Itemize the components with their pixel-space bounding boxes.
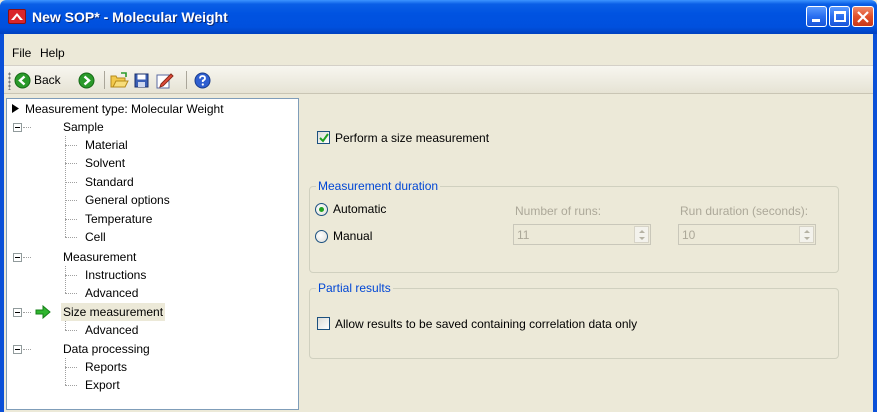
collapse-icon[interactable] — [13, 345, 22, 354]
run-duration-label: Run duration (seconds): — [680, 204, 809, 218]
tree-item-export[interactable]: Export — [85, 376, 120, 394]
save-button[interactable] — [134, 70, 152, 90]
tree-line — [65, 266, 66, 293]
help-icon — [194, 72, 211, 88]
save-icon — [134, 73, 149, 87]
maximize-icon — [834, 11, 846, 22]
tree-item-instructions[interactable]: Instructions — [85, 266, 146, 284]
tree-item-sample[interactable]: Sample — [63, 118, 104, 136]
forward-icon — [78, 72, 95, 88]
tree-item-general-options[interactable]: General options — [85, 191, 170, 209]
perform-size-checkbox[interactable] — [317, 131, 330, 144]
open-folder-icon — [110, 71, 129, 87]
tree-line — [65, 385, 77, 386]
tree-line — [65, 330, 77, 331]
tree-line — [23, 257, 31, 258]
menu-bar: File Help — [4, 34, 873, 66]
tree-item-solvent[interactable]: Solvent — [85, 154, 125, 172]
tree-item-root[interactable]: Measurement type: Molecular Weight — [25, 100, 224, 118]
tree-line — [65, 182, 77, 183]
tree-item-material[interactable]: Material — [85, 136, 128, 154]
tree-line — [65, 321, 66, 330]
toolbar-separator — [104, 71, 105, 89]
tree-item-measurement[interactable]: Measurement — [63, 248, 136, 266]
back-label: Back — [34, 73, 61, 87]
tree-item-size-measurement[interactable]: Size measurement — [61, 303, 166, 321]
tree-item-temperature[interactable]: Temperature — [85, 210, 152, 228]
spin-down-icon — [804, 237, 810, 240]
perform-size-label: Perform a size measurement — [335, 131, 490, 145]
tree-line — [23, 349, 31, 350]
spin-up-icon — [804, 230, 810, 233]
tree-line — [65, 163, 77, 164]
spinner-buttons[interactable] — [799, 226, 814, 243]
tree-line — [65, 200, 77, 201]
tree-item-size-advanced[interactable]: Advanced — [85, 321, 138, 339]
green-arrow-icon — [35, 305, 51, 319]
tree-line — [23, 312, 31, 313]
app-icon — [8, 9, 26, 24]
menu-help[interactable]: Help — [40, 46, 65, 60]
partial-results-title: Partial results — [316, 281, 393, 295]
allow-correlation-label: Allow results to be saved containing cor… — [335, 317, 638, 331]
tree-item-reports[interactable]: Reports — [85, 358, 127, 376]
radio-selected-dot — [319, 207, 324, 212]
tree-item-standard[interactable]: Standard — [85, 173, 134, 191]
collapse-icon[interactable] — [13, 253, 22, 262]
measurement-duration-title: Measurement duration — [316, 179, 441, 193]
play-arrow-icon — [12, 104, 19, 113]
manual-radio[interactable] — [315, 230, 328, 243]
tree-line — [65, 367, 77, 368]
toolbar: Back — [4, 66, 873, 94]
spinner-buttons[interactable] — [634, 226, 649, 243]
tree-line — [65, 145, 77, 146]
tree-line — [65, 358, 66, 385]
tree-line — [65, 136, 66, 237]
close-button[interactable] — [852, 6, 874, 27]
window-title: New SOP* - Molecular Weight — [32, 9, 228, 25]
tree-line — [65, 293, 77, 294]
manual-label: Manual — [333, 229, 373, 243]
tree-line — [65, 237, 77, 238]
run-duration-spinner[interactable]: 10 — [678, 224, 816, 245]
tree-item-data-processing[interactable]: Data processing — [63, 340, 150, 358]
tree-line — [65, 219, 77, 220]
tree-line — [65, 275, 77, 276]
spin-up-icon — [639, 230, 645, 233]
menu-file[interactable]: File — [12, 46, 31, 60]
allow-correlation-checkbox[interactable] — [317, 317, 330, 330]
collapse-icon[interactable] — [13, 123, 22, 132]
window-frame-right — [873, 34, 877, 412]
spin-down-icon — [639, 237, 645, 240]
forward-button[interactable] — [78, 70, 98, 90]
automatic-radio[interactable] — [315, 203, 328, 216]
tree-panel[interactable]: Measurement type: Molecular Weight Sampl… — [6, 98, 299, 410]
back-icon — [14, 72, 31, 88]
run-duration-value: 10 — [682, 228, 696, 242]
checkmark-icon — [319, 133, 329, 143]
close-icon — [857, 11, 869, 23]
runs-label: Number of runs: — [515, 204, 602, 218]
maximize-button[interactable] — [829, 6, 850, 27]
open-button[interactable] — [110, 70, 130, 90]
toolbar-separator — [186, 71, 187, 89]
number-of-runs-value: 11 — [517, 228, 530, 242]
minimize-button[interactable] — [806, 6, 827, 27]
number-of-runs-spinner[interactable]: 11 — [513, 224, 651, 245]
edit-button[interactable] — [156, 70, 176, 90]
automatic-label: Automatic — [333, 202, 387, 216]
tree-item-advanced[interactable]: Advanced — [85, 284, 138, 302]
settings-panel: Perform a size measurement Measurement d… — [303, 98, 873, 412]
back-button[interactable]: Back — [14, 70, 70, 90]
toolbar-grip[interactable] — [8, 72, 11, 90]
help-button[interactable] — [194, 70, 214, 90]
title-bar[interactable]: New SOP* - Molecular Weight — [0, 0, 877, 34]
tree-item-cell[interactable]: Cell — [85, 228, 106, 246]
edit-icon — [156, 72, 174, 88]
tree-line — [23, 127, 31, 128]
minimize-icon — [812, 19, 820, 22]
collapse-icon[interactable] — [13, 308, 22, 317]
